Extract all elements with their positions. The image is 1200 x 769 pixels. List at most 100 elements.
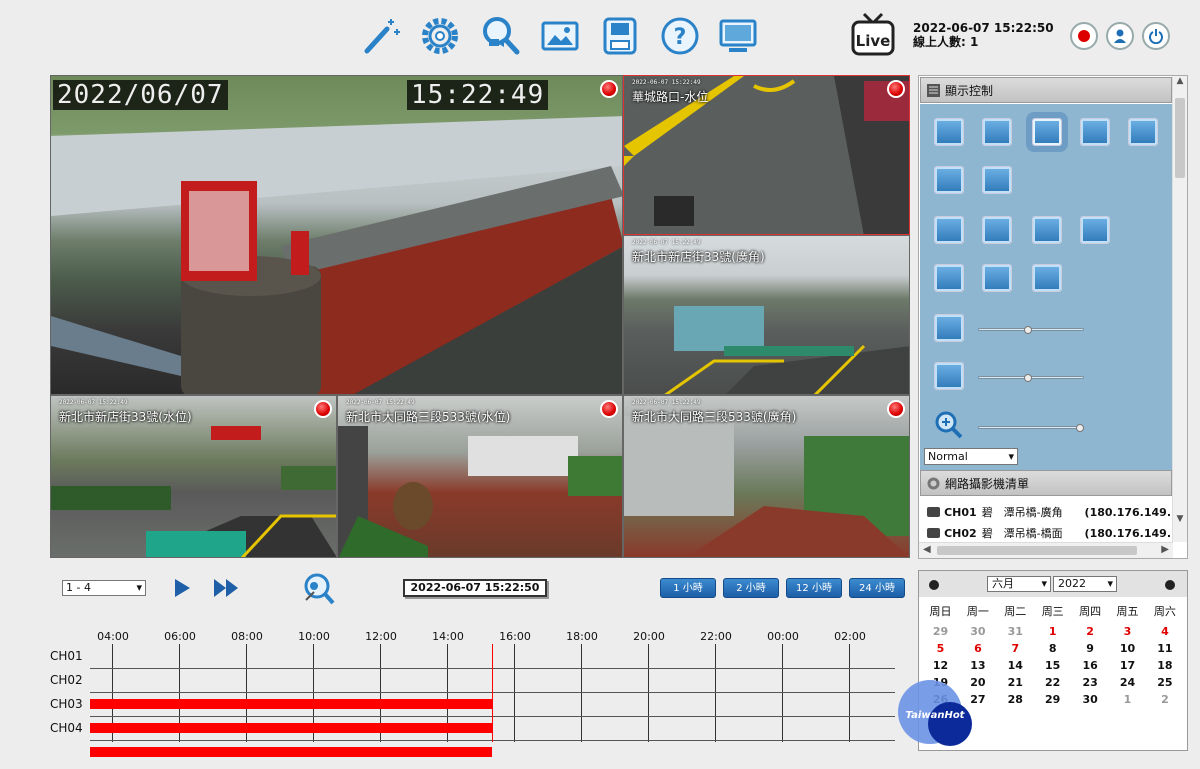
monitor-icon[interactable] (716, 14, 760, 58)
timeline-grid[interactable] (90, 644, 895, 757)
calendar-day[interactable]: 23 (1072, 676, 1109, 689)
calendar-day[interactable]: 22 (1034, 676, 1071, 689)
mic-slider-knob[interactable] (1024, 374, 1032, 382)
calendar-day[interactable]: 30 (1072, 693, 1109, 706)
volume-slider-knob[interactable] (1024, 326, 1032, 334)
snapshot-button[interactable] (934, 264, 964, 292)
calendar-day[interactable]: 1 (1034, 625, 1071, 638)
record-indicator-icon[interactable] (887, 400, 905, 418)
1-hour-button[interactable]: 1 小時 (660, 578, 716, 598)
fast-forward-icon[interactable] (212, 577, 240, 599)
scroll-right-icon[interactable]: ▶ (1161, 544, 1169, 555)
recording-bar[interactable] (90, 723, 492, 733)
calendar-day[interactable]: 25 (1146, 676, 1183, 689)
channel-range-select[interactable]: 1 - 4 (62, 580, 146, 596)
calendar-day[interactable]: 7 (997, 642, 1034, 655)
calendar-day[interactable]: 12 (922, 659, 959, 672)
scroll-left-icon[interactable]: ◀ (923, 544, 931, 555)
layout-13-button[interactable] (934, 166, 964, 194)
calendar-day[interactable]: 2 (1146, 693, 1183, 706)
zoom-in-icon[interactable] (934, 410, 964, 440)
save-icon[interactable] (598, 14, 642, 58)
calendar-day[interactable]: 4 (1146, 625, 1183, 638)
camera-list-item[interactable]: CH02 碧 潭吊橋-橋面 (180.176.149. (927, 523, 1171, 543)
record-indicator-icon[interactable] (600, 80, 618, 98)
24-hour-button[interactable]: 24 小時 (849, 578, 905, 598)
vertical-scrollbar[interactable]: ▲ ▼ (1172, 76, 1187, 542)
calendar-day[interactable]: 31 (997, 625, 1034, 638)
live-tv-icon[interactable]: Live (850, 12, 896, 58)
playback-search-icon[interactable] (478, 14, 522, 58)
osd-button[interactable] (1080, 216, 1110, 244)
record-indicator-icon[interactable] (314, 400, 332, 418)
camera-list-header[interactable]: 網路攝影機清單 (920, 470, 1172, 496)
zoom-slider[interactable] (978, 426, 1084, 429)
calendar-day[interactable]: 8 (1034, 642, 1071, 655)
calendar-day[interactable]: 3 (1109, 625, 1146, 638)
fullscreen-button[interactable] (934, 216, 964, 244)
image-icon[interactable] (538, 14, 582, 58)
speaker-icon[interactable] (934, 314, 964, 342)
camera-view-1[interactable]: 2022-06-07 15:22:49 華城路口-水位 (623, 75, 910, 235)
layout-6-button[interactable] (1032, 118, 1062, 146)
record-button[interactable] (1070, 22, 1098, 50)
calendar-day[interactable]: 30 (959, 625, 996, 638)
layout-1-button[interactable] (934, 118, 964, 146)
playback-search-icon[interactable] (300, 572, 336, 606)
user-button[interactable] (1106, 22, 1134, 50)
camera-view-3[interactable]: 2022-06-07 15:22:49 新北市新店街33號(水位) (50, 395, 337, 558)
calendar-day[interactable]: 21 (997, 676, 1034, 689)
fit-button[interactable] (1032, 216, 1062, 244)
2-hour-button[interactable]: 2 小時 (723, 578, 779, 598)
calendar-day[interactable]: 29 (1034, 693, 1071, 706)
camera-list-item[interactable]: CH01 碧 潭吊橋-廣角 (180.176.149. (927, 502, 1171, 522)
power-button[interactable] (1142, 22, 1170, 50)
month-select[interactable]: 六月 (987, 576, 1051, 592)
calendar-day[interactable]: 10 (1109, 642, 1146, 655)
calendar-day[interactable]: 28 (997, 693, 1034, 706)
camera-view-4[interactable]: 2022-06-07 15:22:49 新北市大同路三段533號(水位) (337, 395, 623, 558)
next-month-icon[interactable] (1165, 580, 1175, 590)
zoom-slider-knob[interactable] (1076, 424, 1084, 432)
calendar-day[interactable]: 17 (1109, 659, 1146, 672)
camera-view-main[interactable]: 2022/06/07 15:22:49 (50, 75, 623, 395)
recording-bar[interactable] (90, 699, 492, 709)
play-icon[interactable] (172, 577, 192, 599)
camera-view-5[interactable]: 2022-06-07 15:22:49 新北市大同路三段533號(廣角) (623, 395, 910, 558)
save-clip-button[interactable] (1032, 264, 1062, 292)
year-select[interactable]: 2022 (1053, 576, 1117, 592)
record-indicator-icon[interactable] (600, 400, 618, 418)
camera-view-2[interactable]: 2022-06-07 15:22:49 新北市新店街33號(廣角) (623, 235, 910, 395)
video-clip-button[interactable] (982, 264, 1012, 292)
calendar-day[interactable]: 6 (959, 642, 996, 655)
hscroll-thumb[interactable] (937, 546, 1137, 555)
recording-bar[interactable] (90, 747, 492, 757)
record-indicator-icon[interactable] (887, 80, 905, 98)
cascade-button[interactable] (982, 216, 1012, 244)
calendar-day[interactable]: 16 (1072, 659, 1109, 672)
calendar-day[interactable]: 13 (959, 659, 996, 672)
layout-10-button[interactable] (1128, 118, 1158, 146)
scroll-thumb[interactable] (1175, 98, 1185, 178)
calendar-day[interactable]: 5 (922, 642, 959, 655)
calendar-day[interactable]: 18 (1146, 659, 1183, 672)
calendar-day[interactable]: 24 (1109, 676, 1146, 689)
help-icon[interactable]: ? (658, 14, 702, 58)
12-hour-button[interactable]: 12 小時 (786, 578, 842, 598)
layout-4-button[interactable] (982, 118, 1012, 146)
magic-wand-icon[interactable] (360, 14, 404, 58)
calendar-day[interactable]: 9 (1072, 642, 1109, 655)
prev-month-icon[interactable] (929, 580, 939, 590)
calendar-day[interactable]: 29 (922, 625, 959, 638)
layout-16-button[interactable] (982, 166, 1012, 194)
calendar-day[interactable]: 15 (1034, 659, 1071, 672)
display-mode-select[interactable]: Normal (924, 448, 1018, 465)
scroll-up-icon[interactable]: ▲ (1173, 76, 1187, 86)
horizontal-scrollbar[interactable]: ◀ ▶ (919, 542, 1173, 558)
calendar-day[interactable]: 11 (1146, 642, 1183, 655)
calendar-day[interactable]: 2 (1072, 625, 1109, 638)
scroll-down-icon[interactable]: ▼ (1173, 514, 1187, 524)
timeline-cursor[interactable] (491, 644, 493, 742)
layout-9-button[interactable] (1080, 118, 1110, 146)
microphone-icon[interactable] (934, 362, 964, 390)
